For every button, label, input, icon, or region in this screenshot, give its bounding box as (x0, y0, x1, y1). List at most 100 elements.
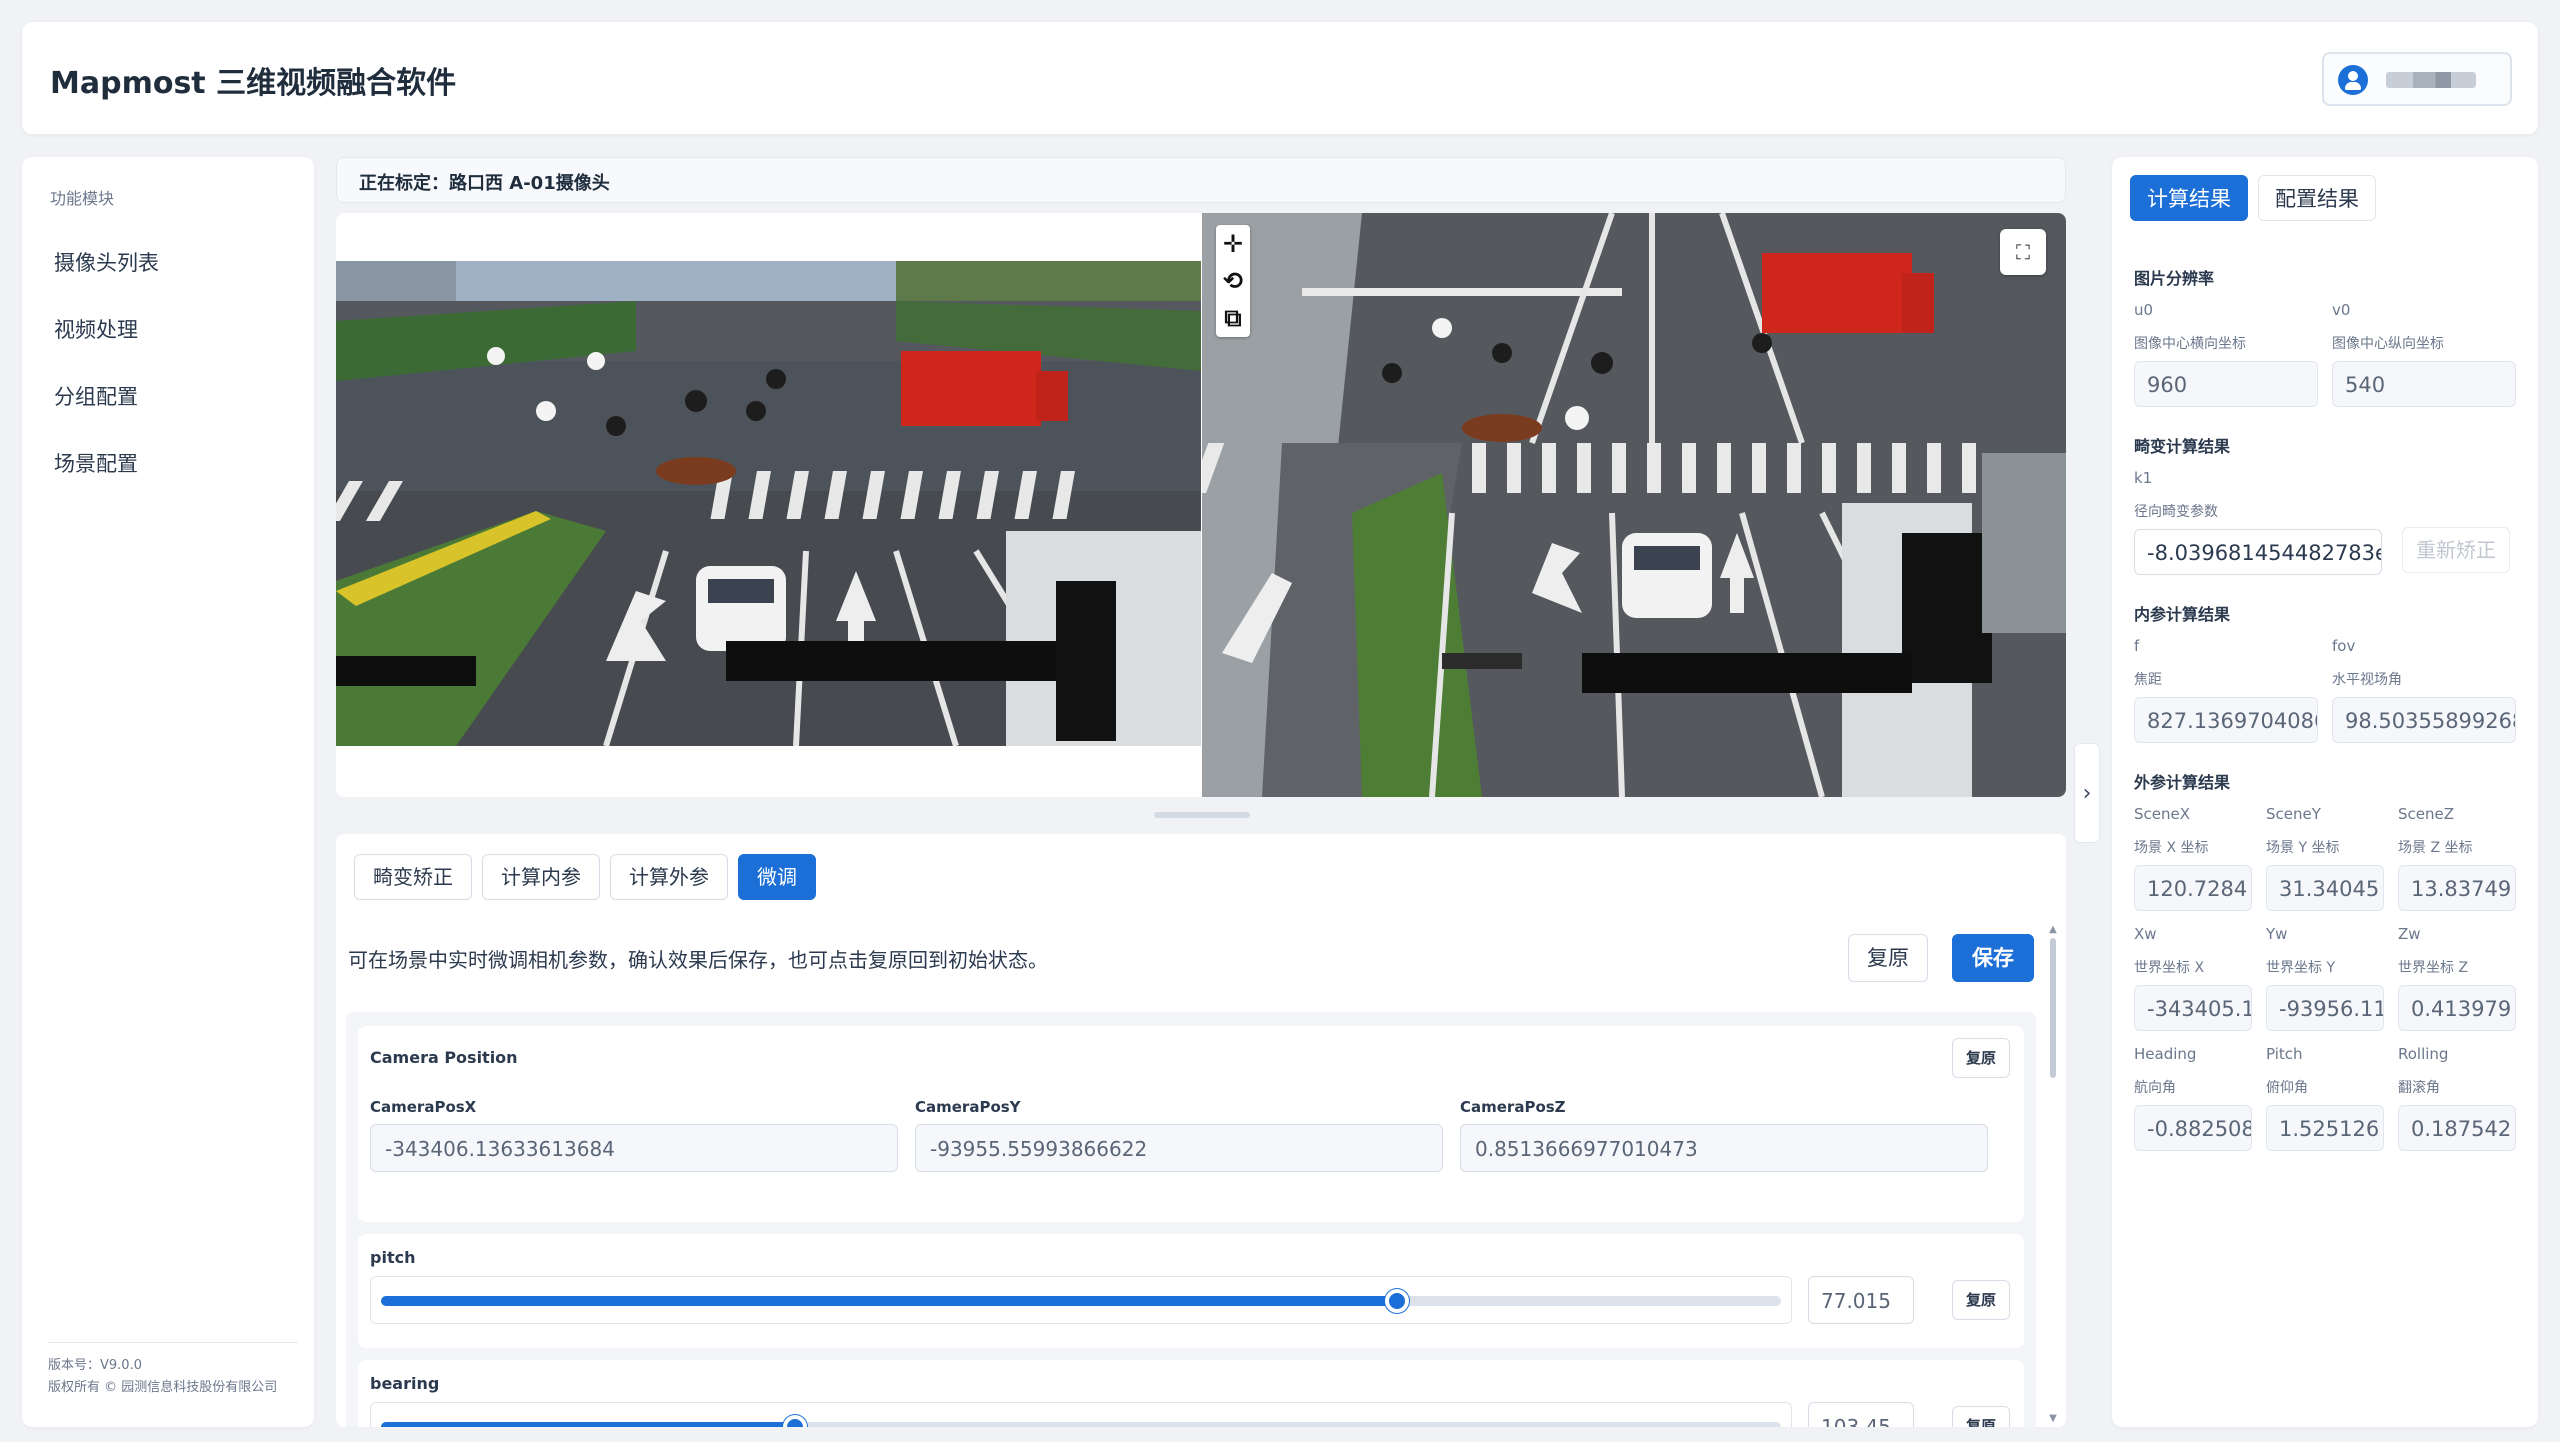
move-icon[interactable]: ✛ (1216, 225, 1250, 262)
map-toolbar: ✛ ⟲ ⧉ (1216, 225, 1250, 337)
scene-x-key: SceneX (2134, 805, 2191, 823)
bearing-slider-track[interactable] (381, 1415, 1781, 1427)
scene-z-key: SceneZ (2398, 805, 2455, 823)
user-name-redacted (2386, 72, 2476, 88)
crop-icon[interactable]: ⧉ (1216, 299, 1250, 336)
u0-desc: 图像中心横向坐标 (2134, 336, 2246, 352)
heading-desc: 航向角 (2134, 1080, 2176, 1096)
k1-value: -8.039681454482783e- (2134, 529, 2382, 575)
tab-extrinsics[interactable]: 计算外参 (610, 854, 728, 900)
panel-resize-handle[interactable] (1154, 812, 1250, 818)
camera-video-view[interactable] (336, 261, 1201, 746)
bearing-card: bearing 103.45 复原 (358, 1360, 2024, 1427)
copyright-text: 版权所有 © 园测信息科技股份有限公司 (48, 1380, 278, 1395)
recorrect-button[interactable]: 重新矫正 (2402, 527, 2510, 573)
sidebar-footer: 版本号：V9.0.0 版权所有 © 园测信息科技股份有限公司 (48, 1342, 298, 1399)
camera-pos-y-input[interactable]: -93955.55993866622 (915, 1124, 1443, 1172)
tab-intrinsics[interactable]: 计算内参 (482, 854, 600, 900)
yw-desc: 世界坐标 Y (2266, 960, 2336, 976)
calibration-tool-panel: 畸变矫正 计算内参 计算外参 微调 可在场景中实时微调相机参数，确认效果后保存，… (336, 834, 2066, 1427)
rolling-value: 0.187542 (2398, 1105, 2516, 1151)
v0-desc: 图像中心纵向坐标 (2332, 336, 2444, 352)
pitch-slider-track[interactable] (381, 1289, 1781, 1313)
scroll-down-icon[interactable]: ▼ (2048, 1413, 2058, 1424)
reset-button[interactable]: 复原 (1848, 934, 1928, 982)
scroll-up-icon[interactable]: ▲ (2048, 924, 2058, 935)
pitch-result-value: 1.525126 (2266, 1105, 2384, 1151)
params-container: Camera Position 复原 CameraPosX CameraPosY… (346, 1012, 2036, 1427)
fov-value: 98.50355899268 (2332, 697, 2516, 743)
results-panel: 计算结果 配置结果 图片分辨率 u0 v0 图像中心横向坐标 图像中心纵向坐标 … (2112, 157, 2538, 1427)
scene-y-key: SceneY (2266, 805, 2321, 823)
app-header: Mapmost 三维视频融合软件 (22, 22, 2538, 134)
fullscreen-icon[interactable]: ⛶ (2000, 229, 2046, 275)
scroll-thumb[interactable] (2050, 938, 2056, 1078)
camera-pos-x-label: CameraPosX (370, 1098, 477, 1116)
camera-pos-x-input[interactable]: -343406.13633613684 (370, 1124, 898, 1172)
f-desc: 焦距 (2134, 672, 2162, 688)
fine-tune-hint: 可在场景中实时微调相机参数，确认效果后保存，也可点击复原回到初始状态。 (348, 948, 1048, 972)
zw-desc: 世界坐标 Z (2398, 960, 2469, 976)
sidebar-item-group-config[interactable]: 分组配置 (54, 381, 138, 411)
pitch-slider-handle[interactable] (1385, 1289, 1410, 1313)
chevron-right-icon[interactable]: › (2074, 743, 2100, 843)
f-key: f (2134, 637, 2140, 655)
distortion-section-title: 畸变计算结果 (2134, 437, 2231, 456)
camera-position-title: Camera Position (370, 1048, 518, 1067)
sidebar-item-scene-config[interactable]: 场景配置 (54, 448, 138, 478)
calibration-status: 正在标定：路口西 A-01摄像头 (336, 157, 2066, 203)
zw-value: 0.413979 (2398, 985, 2516, 1031)
bearing-slider-handle[interactable] (783, 1415, 808, 1427)
yw-key: Yw (2266, 925, 2288, 943)
heading-value: -0.882508 (2134, 1105, 2252, 1151)
rotate-icon[interactable]: ⟲ (1216, 262, 1250, 299)
bearing-label: bearing (370, 1374, 440, 1393)
sidebar-title: 功能模块 (50, 189, 115, 208)
v0-key: v0 (2332, 301, 2351, 319)
tab-distortion-correction[interactable]: 畸变矫正 (354, 854, 472, 900)
sidebar-item-video-processing[interactable]: 视频处理 (54, 314, 138, 344)
fov-key: fov (2332, 637, 2356, 655)
tab-config-results[interactable]: 配置结果 (2258, 175, 2376, 221)
camera-pos-y-label: CameraPosY (915, 1098, 1021, 1116)
tool-tabs: 畸变矫正 计算内参 计算外参 微调 (354, 854, 816, 900)
pitch-value-input[interactable]: 77.015 (1808, 1276, 1914, 1324)
fov-desc: 水平视场角 (2332, 672, 2402, 688)
user-circle-icon (2338, 65, 2368, 95)
sidebar-item-camera-list[interactable]: 摄像头列表 (54, 247, 159, 277)
scene-x-desc: 场景 X 坐标 (2134, 840, 2209, 856)
bearing-value-input[interactable]: 103.45 (1808, 1402, 1914, 1427)
xw-desc: 世界坐标 X (2134, 960, 2205, 976)
k1-key: k1 (2134, 469, 2153, 487)
xw-value: -343405.1 (2134, 985, 2252, 1031)
scene-frame-image (1202, 213, 2066, 797)
camera-position-reset-button[interactable]: 复原 (1952, 1038, 2010, 1078)
user-menu[interactable] (2322, 52, 2512, 106)
save-button[interactable]: 保存 (1952, 934, 2034, 982)
bearing-reset-button[interactable]: 复原 (1952, 1406, 2010, 1427)
u0-key: u0 (2134, 301, 2154, 319)
u0-value: 960 (2134, 361, 2318, 407)
params-scrollbar[interactable]: ▲ ▼ (2048, 924, 2058, 1424)
pitch-key: Pitch (2266, 1045, 2303, 1063)
k1-desc: 径向畸变参数 (2134, 504, 2218, 520)
v0-value: 540 (2332, 361, 2516, 407)
pitch-slider[interactable] (370, 1276, 1792, 1324)
camera-pos-z-input[interactable]: 0.8513666977010473 (1460, 1124, 1988, 1172)
version-text: 版本号：V9.0.0 (48, 1358, 142, 1373)
bearing-slider-fill (381, 1422, 796, 1427)
camera-pos-z-label: CameraPosZ (1460, 1098, 1566, 1116)
scene-z-desc: 场景 Z 坐标 (2398, 840, 2473, 856)
tab-calculation-results[interactable]: 计算结果 (2130, 175, 2248, 221)
scene-fusion-view[interactable]: ✛ ⟲ ⧉ ⛶ (1202, 213, 2066, 797)
sidebar: 功能模块 摄像头列表 视频处理 分组配置 场景配置 版本号：V9.0.0 版权所… (22, 157, 314, 1427)
rolling-desc: 翻滚角 (2398, 1080, 2440, 1096)
video-panel: ✛ ⟲ ⧉ ⛶ (336, 213, 2066, 797)
tab-fine-tune[interactable]: 微调 (738, 854, 816, 900)
resolution-section-title: 图片分辨率 (2134, 269, 2215, 288)
intrinsic-section-title: 内参计算结果 (2134, 605, 2231, 624)
bearing-slider[interactable] (370, 1402, 1792, 1427)
pitch-reset-button[interactable]: 复原 (1952, 1280, 2010, 1320)
heading-key: Heading (2134, 1045, 2197, 1063)
rolling-key: Rolling (2398, 1045, 2449, 1063)
